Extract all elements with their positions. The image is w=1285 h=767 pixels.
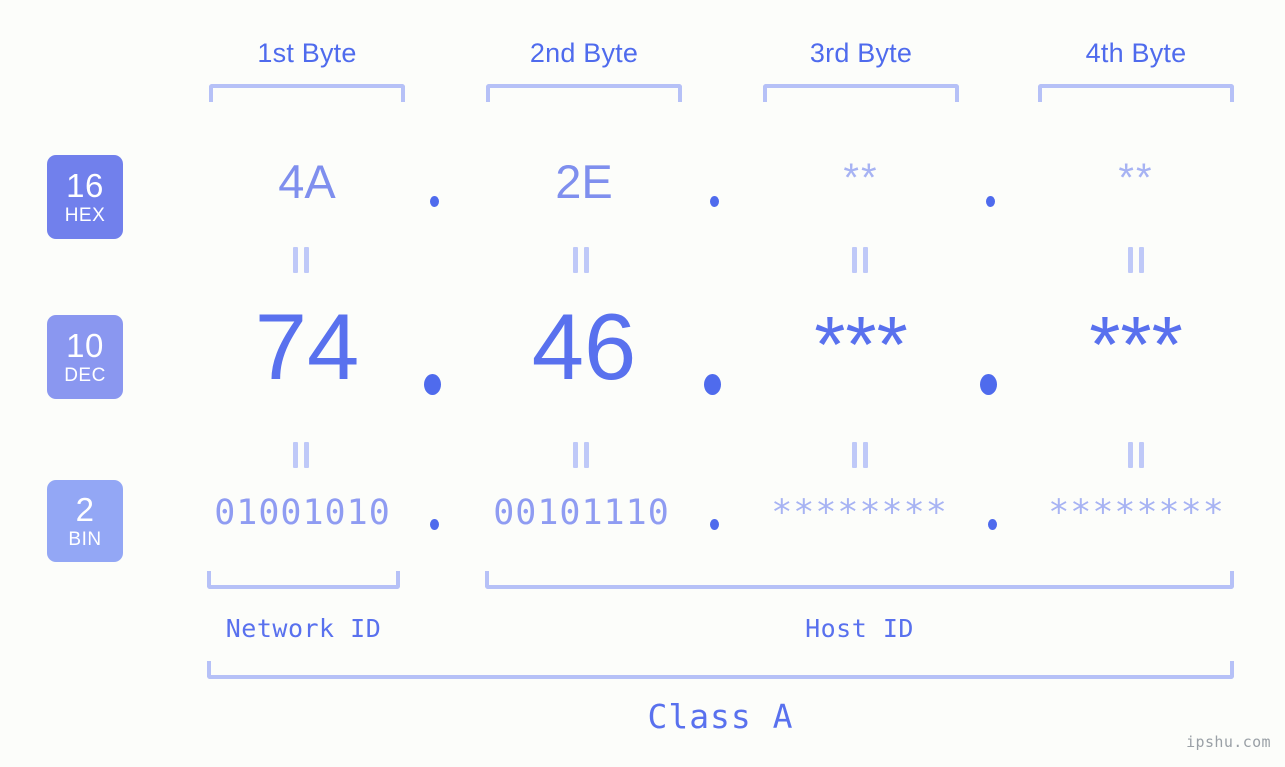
equality-mark-dec-bin-4 xyxy=(1127,442,1145,468)
host-id-label: Host ID xyxy=(805,614,914,643)
base-badge-dec: 10 DEC xyxy=(47,315,123,399)
dec-separator-dot-2 xyxy=(704,374,721,395)
hex-separator-dot-3 xyxy=(986,196,995,207)
base-badge-bin-name: BIN xyxy=(68,529,102,550)
byte-header-1: 1st Byte xyxy=(257,38,357,68)
equality-mark-dec-bin-3 xyxy=(851,442,869,468)
base-badge-dec-number: 10 xyxy=(66,327,104,364)
bin-value-byte-4: ******** xyxy=(1048,493,1225,533)
byte-header-2: 2nd Byte xyxy=(529,38,639,68)
dec-value-byte-1: 74 xyxy=(254,294,360,399)
equality-mark-dec-bin-2 xyxy=(572,442,590,468)
byte-bracket-1 xyxy=(209,84,405,102)
host-id-bracket xyxy=(485,571,1234,589)
bin-value-byte-1: 01001010 xyxy=(214,493,391,533)
base-badge-hex-name: HEX xyxy=(64,205,106,226)
dec-value-byte-2: 46 xyxy=(531,294,637,399)
equality-mark-hex-dec-4 xyxy=(1127,247,1145,273)
base-badge-dec-name: DEC xyxy=(64,365,106,386)
site-watermark: ipshu.com xyxy=(1186,733,1271,751)
network-id-label: Network ID xyxy=(225,614,382,643)
dec-separator-dot-3 xyxy=(980,374,997,395)
class-label: Class A xyxy=(647,697,794,736)
hex-separator-dot-2 xyxy=(710,196,719,207)
base-badge-bin-number: 2 xyxy=(75,491,95,528)
equality-mark-hex-dec-2 xyxy=(572,247,590,273)
hex-value-byte-3: ** xyxy=(843,156,879,200)
hex-value-byte-2: 2E xyxy=(555,155,613,208)
bin-separator-dot-3 xyxy=(988,519,997,530)
bin-separator-dot-2 xyxy=(710,519,719,530)
hex-value-byte-4: ** xyxy=(1118,156,1154,200)
byte-header-3: 3rd Byte xyxy=(809,38,913,68)
equality-mark-hex-dec-3 xyxy=(851,247,869,273)
base-badge-hex: 16 HEX xyxy=(47,155,123,239)
network-id-bracket xyxy=(207,571,400,589)
base-badge-bin: 2 BIN xyxy=(47,480,123,562)
class-bracket xyxy=(207,661,1234,679)
dec-value-byte-4: *** xyxy=(1089,300,1183,389)
base-badge-hex-number: 16 xyxy=(66,167,104,204)
hex-value-byte-1: 4A xyxy=(278,155,336,208)
dec-value-byte-3: *** xyxy=(814,300,908,389)
byte-header-4: 4th Byte xyxy=(1085,38,1187,68)
byte-bracket-2 xyxy=(486,84,682,102)
byte-bracket-4 xyxy=(1038,84,1234,102)
bin-value-byte-2: 00101110 xyxy=(493,493,670,533)
dec-separator-dot-1 xyxy=(424,374,441,395)
equality-mark-dec-bin-1 xyxy=(292,442,310,468)
ip-address-breakdown-diagram: 1st Byte 2nd Byte 3rd Byte 4th Byte 16 H… xyxy=(0,0,1285,767)
byte-bracket-3 xyxy=(763,84,959,102)
bin-separator-dot-1 xyxy=(430,519,439,530)
bin-value-byte-3: ******** xyxy=(771,493,948,533)
hex-separator-dot-1 xyxy=(430,196,439,207)
equality-mark-hex-dec-1 xyxy=(292,247,310,273)
